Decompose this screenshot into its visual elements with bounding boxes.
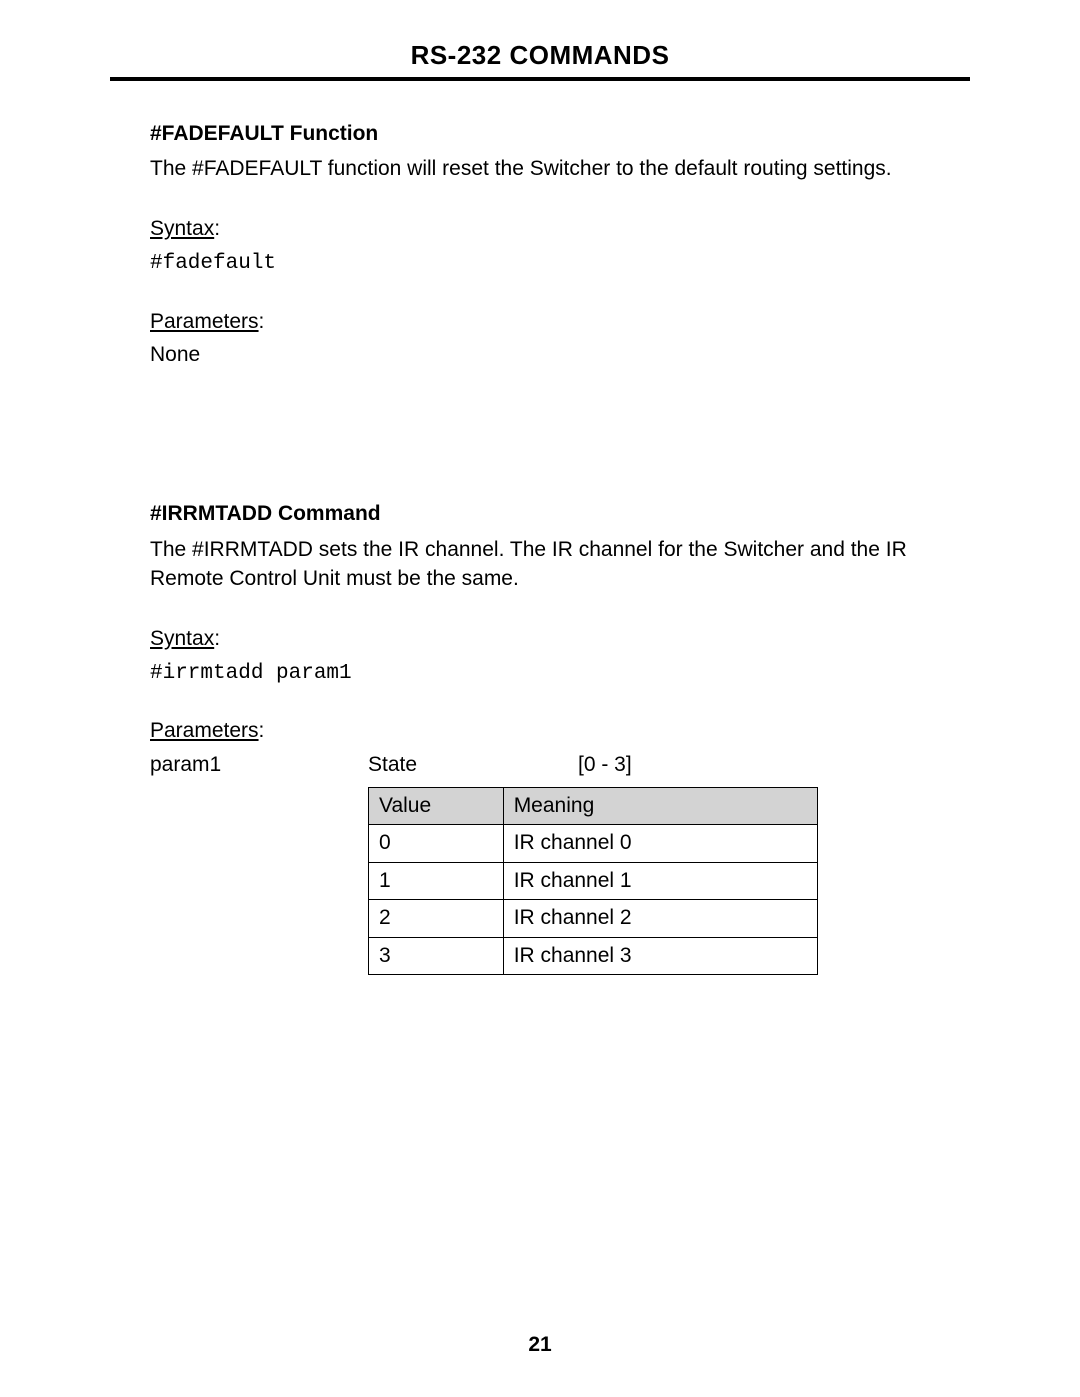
parameters-value: None: [150, 340, 930, 369]
table-cell: IR channel 3: [503, 937, 817, 974]
page-number: 21: [0, 1333, 1080, 1357]
syntax-code: #fadefault: [150, 249, 930, 278]
param-range: [0 - 3]: [578, 750, 930, 779]
table-header-cell: Value: [369, 788, 504, 825]
document-page: RS-232 COMMANDS #FADEFAULT Function The …: [0, 0, 1080, 1397]
table-cell: IR channel 1: [503, 862, 817, 899]
table-row: 3 IR channel 3: [369, 937, 818, 974]
table-cell: 2: [369, 900, 504, 937]
table-row: 2 IR channel 2: [369, 900, 818, 937]
section-irrmtadd: #IRRMTADD Command The #IRRMTADD sets the…: [150, 499, 930, 975]
table-cell: 3: [369, 937, 504, 974]
syntax-label: Syntax:: [150, 214, 930, 243]
section-fadefault: #FADEFAULT Function The #FADEFAULT funct…: [150, 119, 930, 369]
table-cell: 0: [369, 825, 504, 862]
page-title: RS-232 COMMANDS: [110, 40, 970, 71]
parameters-label-text: Parameters: [150, 719, 259, 742]
syntax-label-text: Syntax: [150, 217, 214, 240]
table-header-row: Value Meaning: [369, 788, 818, 825]
syntax-label: Syntax:: [150, 624, 930, 653]
parameter-definition-row: param1 State [0 - 3]: [150, 750, 930, 779]
section-heading: #FADEFAULT Function: [150, 119, 930, 148]
section-description: The #IRRMTADD sets the IR channel. The I…: [150, 535, 930, 594]
page-content: #FADEFAULT Function The #FADEFAULT funct…: [110, 81, 970, 975]
table-cell: IR channel 2: [503, 900, 817, 937]
syntax-code: #irrmtadd param1: [150, 659, 930, 688]
table-row: 1 IR channel 1: [369, 862, 818, 899]
parameter-table: Value Meaning 0 IR channel 0 1 IR channe…: [368, 787, 818, 975]
param-name: param1: [150, 750, 368, 779]
table-cell: 1: [369, 862, 504, 899]
syntax-label-text: Syntax: [150, 627, 214, 650]
parameters-label: Parameters:: [150, 307, 930, 336]
param-type: State: [368, 750, 578, 779]
section-description: The #FADEFAULT function will reset the S…: [150, 154, 930, 183]
parameters-label-text: Parameters: [150, 310, 259, 333]
parameters-label: Parameters:: [150, 716, 930, 745]
parameter-table-wrap: Value Meaning 0 IR channel 0 1 IR channe…: [368, 787, 818, 975]
table-header-cell: Meaning: [503, 788, 817, 825]
section-heading: #IRRMTADD Command: [150, 499, 930, 528]
table-row: 0 IR channel 0: [369, 825, 818, 862]
table-cell: IR channel 0: [503, 825, 817, 862]
